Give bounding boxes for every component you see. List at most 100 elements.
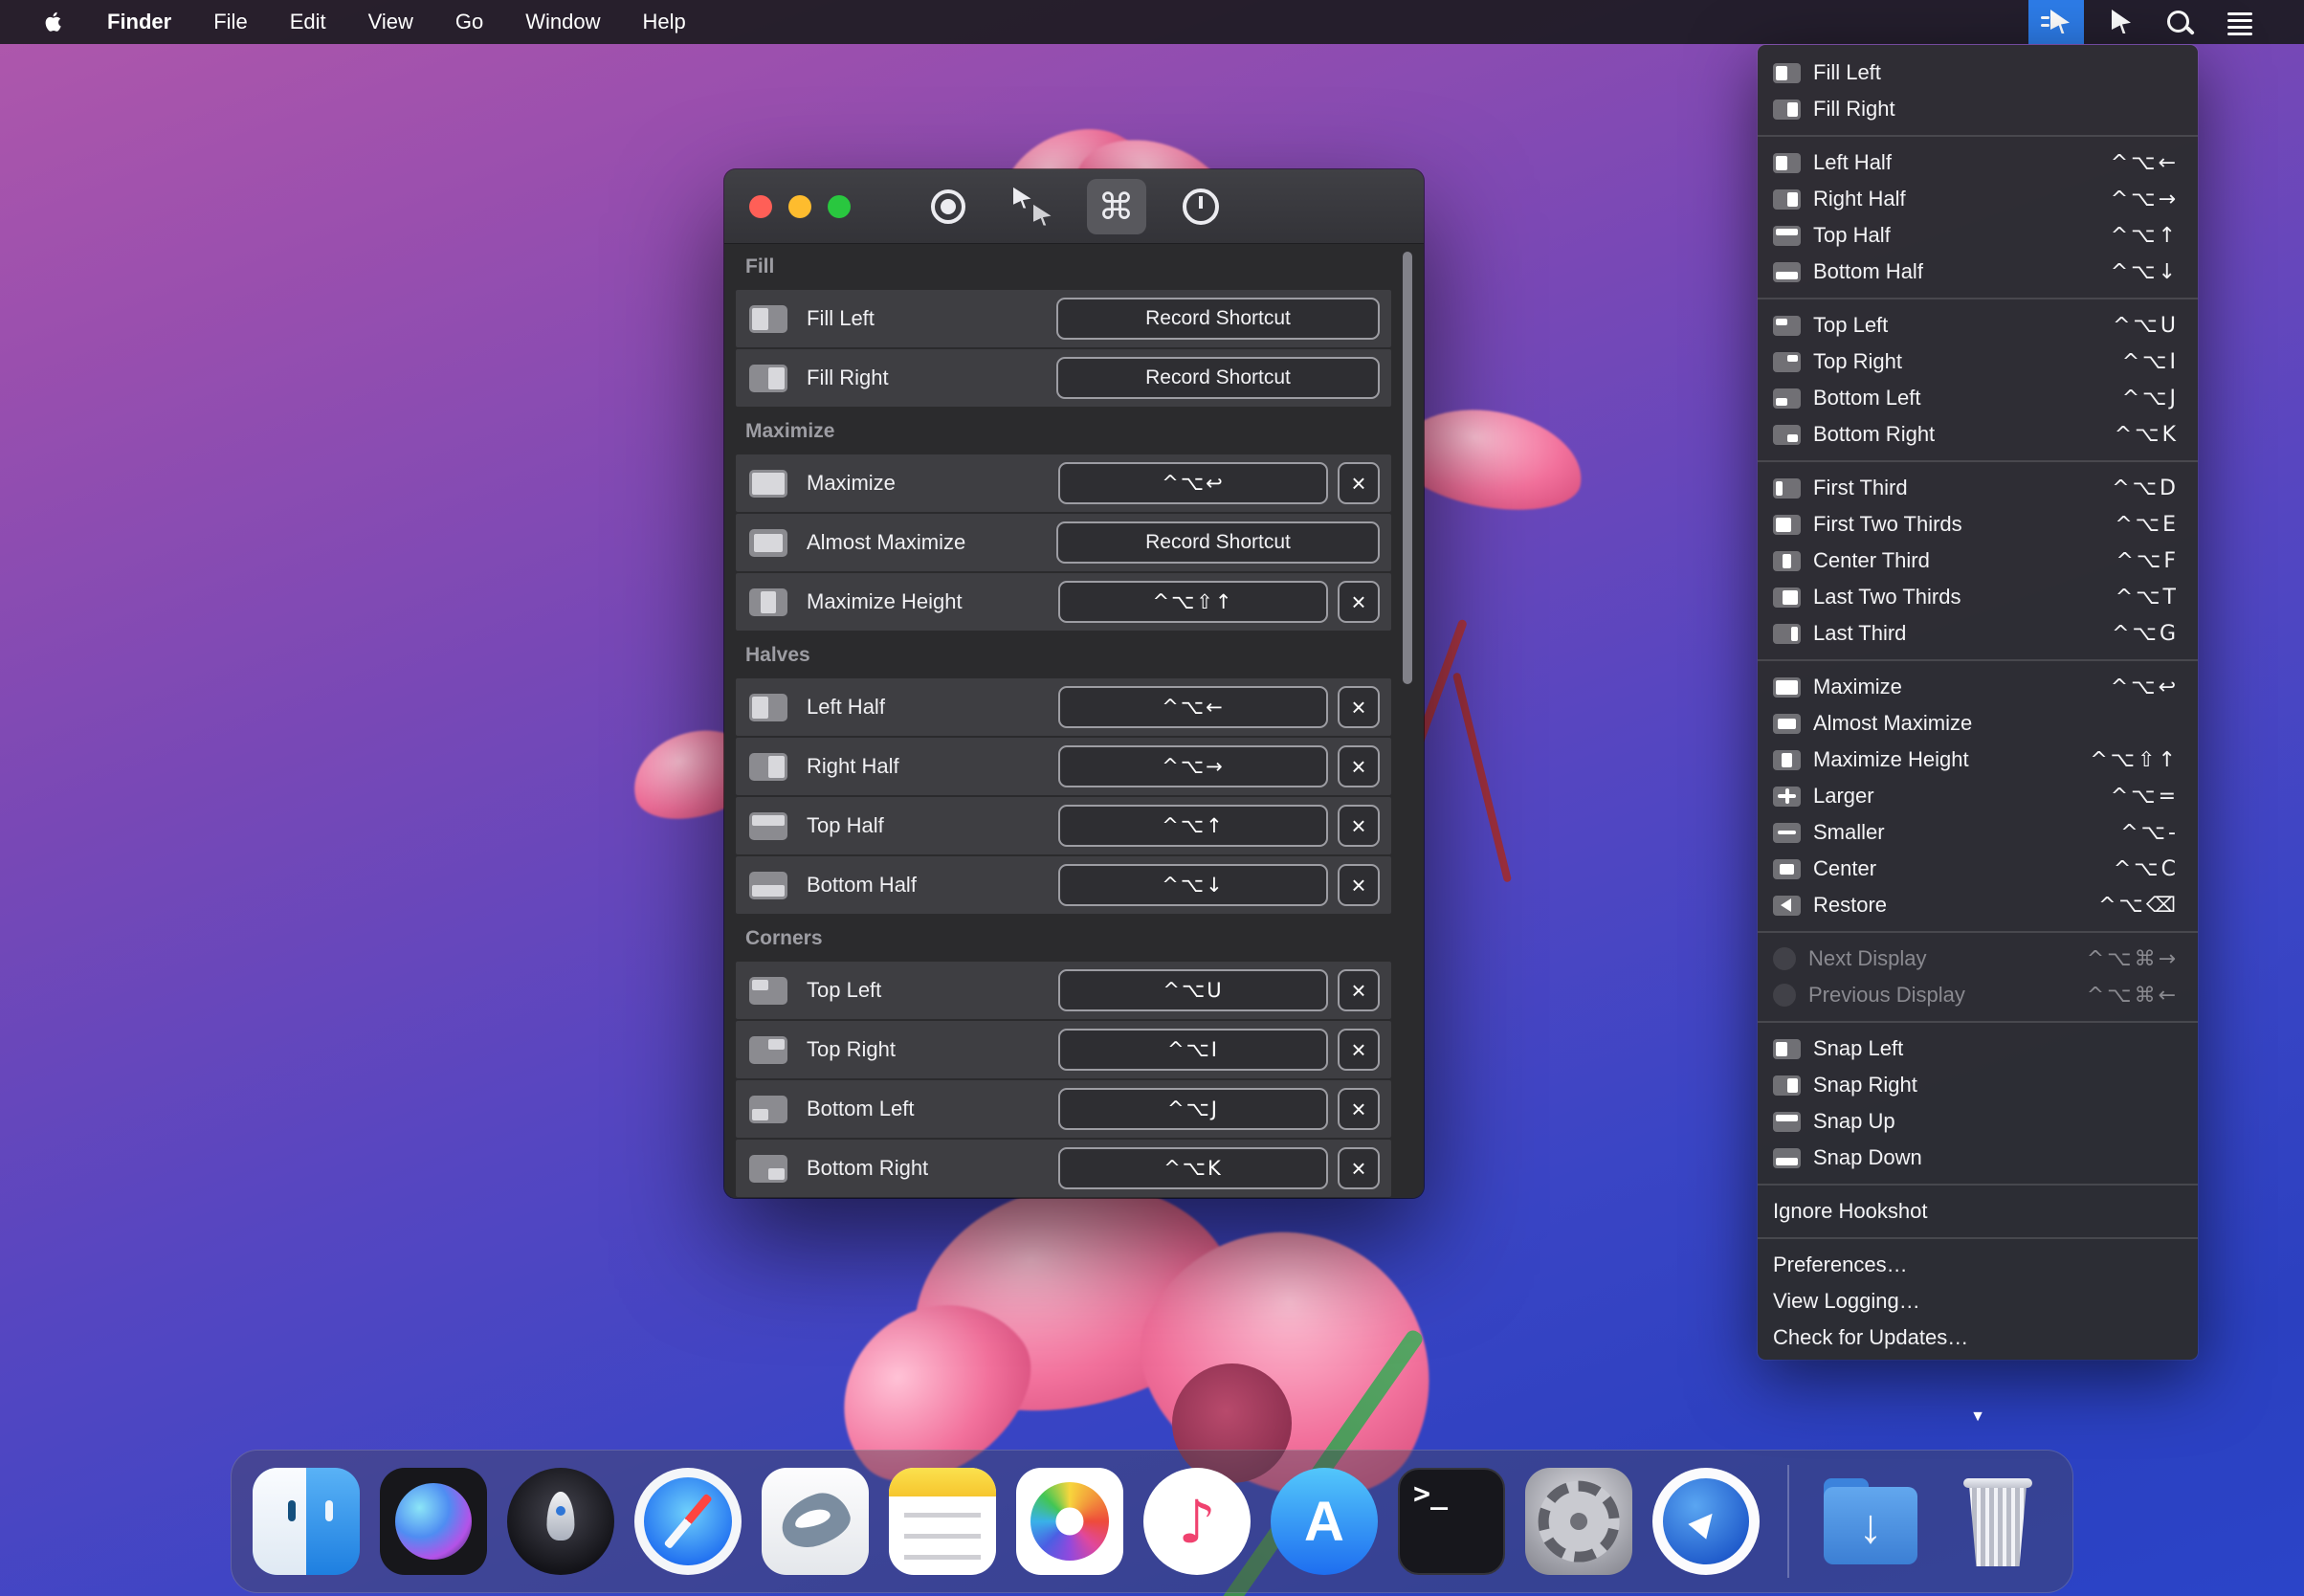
toolbar-tab[interactable] [1003, 179, 1062, 234]
menu-item[interactable]: Center Third ^⌥F [1758, 543, 2198, 579]
menu-item[interactable]: Bottom Half ^⌥↓ [1758, 254, 2198, 290]
zoom-button[interactable] [828, 195, 851, 218]
clear-shortcut-button[interactable]: × [1338, 686, 1380, 728]
shortcut-field[interactable]: ^⌥→ [1058, 745, 1328, 787]
shortcut-field[interactable]: ^⌥↩ [1058, 462, 1328, 504]
menu-item[interactable]: Ignore Hookshot [1758, 1193, 2198, 1230]
menubar-menu-item[interactable]: Window [525, 10, 600, 34]
menu-item[interactable]: Almost Maximize [1758, 705, 2198, 742]
hookshot-menubar-icon[interactable] [2028, 0, 2084, 44]
menu-item[interactable]: Smaller ^⌥- [1758, 814, 2198, 851]
safari-icon[interactable] [634, 1468, 742, 1575]
menu-item[interactable]: Snap Up [1758, 1103, 2198, 1140]
appstore-icon[interactable]: A [1271, 1468, 1378, 1575]
menu-item[interactable]: Top Left ^⌥U [1758, 307, 2198, 344]
clear-shortcut-button[interactable]: × [1338, 462, 1380, 504]
window-position-icon [749, 1155, 787, 1183]
clear-shortcut-button[interactable]: × [1338, 1147, 1380, 1189]
menu-item[interactable]: Larger ^⌥= [1758, 778, 2198, 814]
window-titlebar[interactable]: ⌘ [724, 169, 1424, 244]
menu-item[interactable]: Top Right ^⌥I [1758, 344, 2198, 380]
menu-item-label: Bottom Half [1813, 259, 1923, 284]
toolbar-tab[interactable] [1171, 179, 1230, 234]
toolbar-tab[interactable] [919, 179, 978, 234]
shortcut-field[interactable]: ^⌥I [1058, 1029, 1328, 1071]
menu-item[interactable]: Snap Down [1758, 1140, 2198, 1176]
clear-shortcut-button[interactable]: × [1338, 745, 1380, 787]
menubar-menus: File Edit View Go Window Help [213, 10, 686, 34]
menu-item[interactable]: Check for Updates… [1758, 1319, 2198, 1356]
window-position-icon [1773, 262, 1801, 282]
mail-icon[interactable] [762, 1468, 869, 1575]
menu-item[interactable]: Fill Right [1758, 91, 2198, 127]
menubar-menu-item[interactable]: View [368, 10, 413, 34]
menu-item[interactable]: First Two Thirds ^⌥E [1758, 506, 2198, 543]
shortcut-field[interactable]: ^⌥↑ [1058, 805, 1328, 847]
minimize-button[interactable] [788, 195, 811, 218]
shortcut-field[interactable]: ^⌥← [1058, 686, 1328, 728]
clear-shortcut-button[interactable]: × [1338, 581, 1380, 623]
close-button[interactable] [749, 195, 772, 218]
shortcut-field[interactable]: ^⌥U [1058, 969, 1328, 1011]
menu-item-label: Next Display [1808, 946, 1926, 971]
window-position-icon [749, 529, 787, 557]
menu-item-label: Check for Updates… [1773, 1325, 1968, 1350]
app-menu-title[interactable]: Finder [107, 10, 171, 34]
menubar-menu-item[interactable]: File [213, 10, 247, 34]
shortcut-field[interactable]: ^⌥↓ [1058, 864, 1328, 906]
toolbar-tab[interactable]: ⌘ [1087, 179, 1146, 234]
menu-item[interactable]: View Logging… [1758, 1283, 2198, 1319]
menu-item[interactable]: Right Half ^⌥→ [1758, 181, 2198, 217]
pointer-menubar-icon[interactable] [2090, 0, 2145, 44]
menu-item[interactable]: Fill Left [1758, 55, 2198, 91]
menu-item[interactable]: Maximize Height ^⌥⇧↑ [1758, 742, 2198, 778]
menu-item[interactable]: Center ^⌥C [1758, 851, 2198, 887]
menu-item-shortcut: ^⌥J [2122, 387, 2179, 410]
menu-item[interactable]: Last Two Thirds ^⌥T [1758, 579, 2198, 615]
clear-shortcut-button[interactable]: × [1338, 864, 1380, 906]
menu-item[interactable]: First Third ^⌥D [1758, 470, 2198, 506]
notification-center-icon[interactable] [2212, 0, 2268, 44]
downloads-icon[interactable]: ↓ [1817, 1468, 1924, 1575]
apple-menu-icon[interactable] [42, 9, 65, 35]
photos-icon[interactable] [1016, 1468, 1123, 1575]
menu-item[interactable]: Maximize ^⌥↩ [1758, 669, 2198, 705]
menu-item[interactable]: Bottom Left ^⌥J [1758, 380, 2198, 416]
menu-item[interactable]: Last Third ^⌥G [1758, 615, 2198, 652]
menubar-menu-item[interactable]: Help [643, 10, 686, 34]
menu-item[interactable]: Preferences… [1758, 1247, 2198, 1283]
record-shortcut-button[interactable]: Record Shortcut [1056, 298, 1380, 340]
shortcut-field[interactable]: ^⌥⇧↑ [1058, 581, 1328, 623]
trash-icon[interactable] [1944, 1468, 2051, 1575]
scrollbar-thumb[interactable] [1403, 252, 1412, 684]
shortcut-field[interactable]: ^⌥K [1058, 1147, 1328, 1189]
menu-item[interactable]: Restore ^⌥⌫ [1758, 887, 2198, 923]
launchpad-icon[interactable] [507, 1468, 614, 1575]
menu-item[interactable]: Bottom Right ^⌥K [1758, 416, 2198, 453]
section-header: Halves [736, 632, 1391, 678]
menu-item[interactable]: Top Half ^⌥↑ [1758, 217, 2198, 254]
clear-shortcut-button[interactable]: × [1338, 1029, 1380, 1071]
terminal-icon[interactable]: >_ [1398, 1468, 1505, 1575]
finder-icon[interactable] [253, 1468, 360, 1575]
menu-item[interactable]: Snap Left [1758, 1031, 2198, 1067]
hookshot-icon[interactable]: ▲ [1652, 1468, 1760, 1575]
record-shortcut-button[interactable]: Record Shortcut [1056, 357, 1380, 399]
clear-shortcut-button[interactable]: × [1338, 969, 1380, 1011]
menubar-menu-item[interactable]: Edit [290, 10, 326, 34]
system-preferences-icon[interactable] [1525, 1468, 1632, 1575]
record-shortcut-button[interactable]: Record Shortcut [1056, 521, 1380, 564]
menu-item[interactable]: Left Half ^⌥← [1758, 144, 2198, 181]
menu-item[interactable]: Snap Right [1758, 1067, 2198, 1103]
itunes-icon[interactable]: ♪ [1143, 1468, 1251, 1575]
action-row: Maximize ^⌥↩ × [736, 454, 1391, 512]
spotlight-icon[interactable] [2151, 0, 2206, 44]
shortcut-field[interactable]: ^⌥J [1058, 1088, 1328, 1130]
notes-icon[interactable] [889, 1468, 996, 1575]
siri-icon[interactable] [380, 1468, 487, 1575]
menu-scroll-down-indicator[interactable]: ▼ [1758, 1405, 2198, 1430]
clear-shortcut-button[interactable]: × [1338, 805, 1380, 847]
menubar-menu-item[interactable]: Go [455, 10, 483, 34]
window-position-icon [1773, 1112, 1801, 1132]
clear-shortcut-button[interactable]: × [1338, 1088, 1380, 1130]
